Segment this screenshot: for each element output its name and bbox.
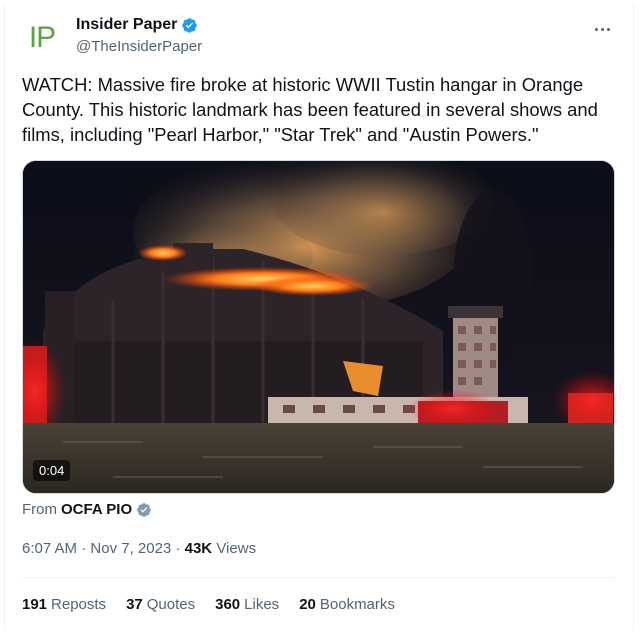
stat-reposts[interactable]: 191 Reposts	[22, 596, 106, 613]
views-count: 43K	[184, 540, 213, 557]
stat-quotes[interactable]: 37 Quotes	[126, 596, 195, 613]
source-prefix: From	[22, 501, 57, 518]
verified-badge-icon	[182, 17, 198, 33]
tweet-date[interactable]: Nov 7, 2023	[90, 540, 171, 557]
more-dots-icon[interactable]	[590, 20, 614, 38]
stat-label: Bookmarks	[319, 596, 395, 613]
author-display-name[interactable]: Insider Paper	[76, 16, 177, 34]
source-name[interactable]: OCFA PIO	[61, 501, 132, 518]
stat-count: 360	[215, 596, 241, 613]
stat-label: Reposts	[51, 596, 107, 613]
source-row: From OCFA PIO	[22, 501, 152, 518]
divider	[22, 577, 615, 578]
views-label: Views	[216, 540, 257, 557]
gray-verified-badge-icon	[137, 502, 151, 517]
tweet-meta: 6:07 AM · Nov 7, 2023 · 43K Views	[22, 540, 256, 557]
avatar-text: IP	[28, 21, 56, 54]
video-player[interactable]: 0:04	[22, 160, 615, 494]
stat-bookmarks[interactable]: 20 Bookmarks	[299, 596, 395, 613]
engagement-stats: 191 Reposts 37 Quotes 360 Likes 20 Bookm…	[22, 596, 415, 613]
video-thumbnail	[23, 161, 614, 493]
stat-label: Quotes	[146, 596, 196, 613]
author-handle[interactable]: @TheInsiderPaper	[76, 38, 202, 55]
stat-count: 191	[22, 596, 48, 613]
avatar[interactable]: IP	[22, 18, 62, 58]
tweet-header: IP Insider Paper @TheInsiderPaper	[22, 14, 618, 58]
stat-count: 37	[126, 596, 143, 613]
tweet-time[interactable]: 6:07 AM	[22, 540, 77, 557]
author-name-row: Insider Paper	[76, 16, 198, 34]
tweet-text: WATCH: Massive fire broke at historic WW…	[22, 74, 598, 145]
video-duration: 0:04	[33, 460, 71, 481]
stat-likes[interactable]: 360 Likes	[215, 596, 279, 613]
stat-label: Likes	[244, 596, 280, 613]
stat-count: 20	[299, 596, 316, 613]
